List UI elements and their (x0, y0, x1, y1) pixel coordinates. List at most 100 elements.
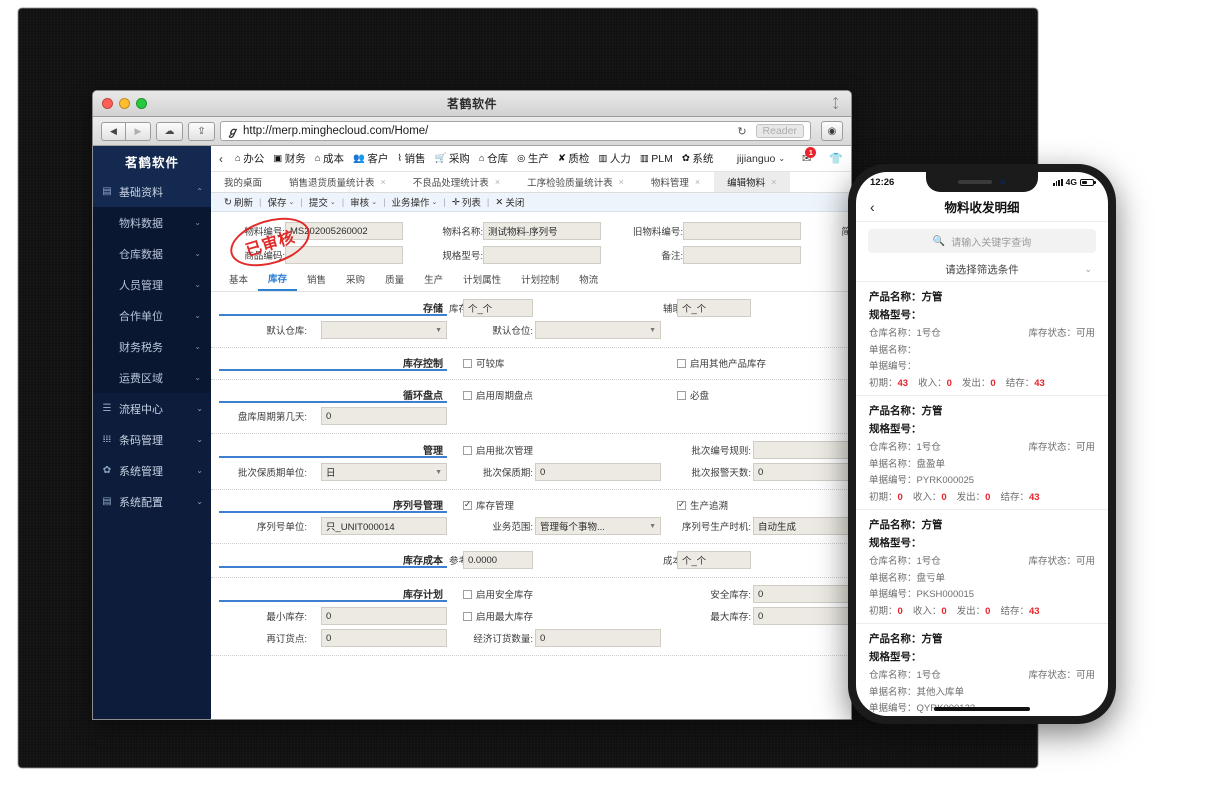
back-icon[interactable]: ‹ (870, 199, 875, 215)
inner-tab-sales[interactable]: 销售 (297, 270, 336, 290)
tab-material-mgmt[interactable]: 物料管理 × (638, 172, 714, 192)
topnav-item-plm[interactable]: ▥ PLM (640, 153, 673, 165)
biz-scope-select[interactable]: 管理每个事物... ▼ (535, 517, 661, 535)
sidebar-item-system-mgmt[interactable]: ✿ 系统管理 ⌄ (93, 455, 211, 486)
product-code-input[interactable] (285, 246, 403, 264)
spec-input[interactable] (483, 246, 601, 264)
search-input[interactable]: 🔍 请输入关键字查询 (868, 229, 1096, 253)
close-icon[interactable]: × (695, 177, 700, 187)
stock-mgmt-checkbox[interactable]: 库存管理 (463, 498, 661, 512)
shelf-unit-select[interactable]: 日 ▼ (321, 463, 447, 481)
min-stock-input[interactable]: 0 (321, 607, 447, 625)
max-stock-input[interactable]: 0 (753, 607, 851, 625)
topnav-item-system[interactable]: ✿ 系统 (682, 151, 713, 166)
sidebar-item-partners[interactable]: 合作单位 ⌄ (93, 300, 211, 331)
topnav-item-office[interactable]: ⌂ 办公 (235, 151, 264, 166)
aux-unit-input[interactable]: 个_个 (677, 299, 751, 317)
filter-select[interactable]: 请选择筛选条件 ⌄ (856, 257, 1108, 282)
warn-days-input[interactable]: 0 (753, 463, 851, 481)
list-item[interactable]: 产品名称：方管 规格型号： 仓库名称：1号仓 库存状态：可用 单据名称：盘盈单 … (856, 396, 1108, 510)
sidebar-item-finance-tax[interactable]: 财务税务 ⌄ (93, 331, 211, 362)
topnav-item-production[interactable]: ◎ 生产 (517, 151, 549, 166)
topnav-item-purchase[interactable]: 🛒 采购 (434, 151, 469, 166)
sidebar-item-basic-data[interactable]: ▤ 基础资料 ⌃ (93, 176, 211, 207)
other-product-stock-checkbox[interactable]: 启用其他产品库存 (677, 356, 851, 370)
refresh-button[interactable]: ↻ 刷新 (219, 195, 258, 210)
must-count-checkbox[interactable]: 必盘 (677, 388, 851, 402)
production-trace-checkbox[interactable]: 生产追溯 (677, 498, 851, 512)
cost-unit-input[interactable]: 个_个 (677, 551, 751, 569)
negative-stock-checkbox[interactable]: 可较库 (463, 356, 661, 370)
sidebar-item-freight-area[interactable]: 运费区域 ⌄ (93, 362, 211, 393)
list-button[interactable]: ✛ 列表 (447, 195, 486, 210)
collapse-nav-icon[interactable]: ‹ (219, 152, 223, 166)
address-bar[interactable]: ℊ http://merp.minghecloud.com/Home/ ↻ Re… (220, 121, 811, 141)
topnav-item-sales[interactable]: ⌇ 销售 (397, 151, 425, 166)
tab-sales-return-quality[interactable]: 销售退货质量统计表 × (276, 172, 400, 192)
reorder-point-input[interactable]: 0 (321, 629, 447, 647)
close-icon[interactable]: × (619, 177, 624, 187)
close-icon[interactable]: × (771, 177, 776, 187)
inner-tab-quality[interactable]: 质量 (375, 270, 414, 290)
list-item[interactable]: 产品名称：方管 规格型号： 仓库名称：1号仓 库存状态：可用 单据名称：盘亏单 … (856, 510, 1108, 624)
topnav-item-customer[interactable]: 👥 客户 (353, 151, 388, 166)
reload-icon[interactable]: ↻ (737, 125, 746, 138)
old-code-input[interactable] (683, 222, 801, 240)
theme-icon[interactable]: 👕 (829, 152, 843, 165)
user-menu[interactable]: jijianguo ⌄ (737, 153, 785, 165)
phone-record-list[interactable]: 产品名称：方管 规格型号： 仓库名称：1号仓 库存状态：可用 单据名称： 单据编… (856, 282, 1108, 716)
safety-stock-input[interactable]: 0 (753, 585, 851, 603)
stock-unit-input[interactable]: 个_个 (463, 299, 533, 317)
sidebar-item-system-config[interactable]: ▤ 系统配置 ⌄ (93, 486, 211, 517)
inner-tab-purchase[interactable]: 采购 (336, 270, 375, 290)
inner-tab-logistics[interactable]: 物流 (569, 270, 608, 290)
default-wh-select[interactable]: ▼ (321, 321, 447, 339)
save-button[interactable]: 保存 ⌄ (262, 195, 299, 209)
batch-rule-select[interactable]: ▼ (753, 441, 851, 459)
tab-defect-handling[interactable]: 不良品处理统计表 × (400, 172, 514, 192)
enable-max-stock-checkbox[interactable]: 启用最大库存 (463, 609, 661, 623)
remark-input[interactable] (683, 246, 801, 264)
submit-button[interactable]: 提交 ⌄ (304, 195, 341, 209)
reader-button[interactable]: Reader (755, 124, 804, 138)
close-icon[interactable]: × (381, 177, 386, 187)
count-day-input[interactable]: 0 (321, 407, 447, 425)
inner-tab-production[interactable]: 生产 (414, 270, 453, 290)
eoq-input[interactable]: 0 (535, 629, 661, 647)
inner-tab-basic[interactable]: 基本 (219, 270, 258, 290)
sidebar-item-personnel[interactable]: 人员管理 ⌄ (93, 269, 211, 300)
tab-my-desktop[interactable]: 我的桌面 (211, 172, 276, 192)
default-loc-select[interactable]: ▼ (535, 321, 661, 339)
topnav-item-hr[interactable]: ▥ 人力 (598, 151, 630, 166)
topnav-item-warehouse[interactable]: ⌂ 仓库 (479, 151, 508, 166)
list-item[interactable]: 产品名称：方管 规格型号： 仓库名称：1号仓 库存状态：可用 单据名称：其他入库… (856, 624, 1108, 716)
topnav-item-quality[interactable]: ✘ 质检 (558, 151, 589, 166)
inner-tab-inventory[interactable]: 库存 (258, 269, 298, 291)
inner-tab-plan-control[interactable]: 计划控制 (511, 270, 569, 290)
inner-tab-plan-attr[interactable]: 计划属性 (453, 270, 511, 290)
tab-process-inspection[interactable]: 工序检验质量统计表 × (514, 172, 638, 192)
enable-safety-stock-checkbox[interactable]: 启用安全库存 (463, 587, 661, 601)
close-icon[interactable]: × (495, 177, 500, 187)
messages-button[interactable]: ✉ 1 (802, 147, 817, 165)
topnav-item-cost[interactable]: ⌂ 成本 (315, 151, 344, 166)
sidebar-item-material-data[interactable]: 物料数据 ⌄ (93, 207, 211, 238)
sn-unit-input[interactable]: 只_UNIT000014 (321, 517, 447, 535)
sidebar-item-barcode[interactable]: 𝍖 条码管理 ⌄ (93, 424, 211, 455)
close-button[interactable]: ✕ 关闭 (490, 195, 529, 210)
tab-edit-material[interactable]: 编辑物料 × (714, 172, 791, 192)
sn-gen-select[interactable]: 自动生成 ▼ (753, 517, 851, 535)
list-item[interactable]: 产品名称：方管 规格型号： 仓库名称：1号仓 库存状态：可用 单据名称： 单据编… (856, 282, 1108, 396)
business-ops-button[interactable]: 业务操作 ⌄ (387, 195, 443, 209)
sidebar-item-process-center[interactable]: ☰ 流程中心 ⌄ (93, 393, 211, 424)
audit-button[interactable]: 审核 ⌄ (345, 195, 382, 209)
rss-icon[interactable]: ◉ (821, 121, 843, 141)
back-button[interactable]: ◀ (101, 121, 126, 141)
forward-button[interactable]: ▶ (126, 121, 151, 141)
ref-cost-input[interactable]: 0.0000 (463, 551, 533, 569)
share-icon[interactable]: ⇪ (188, 121, 215, 141)
shelf-life-input[interactable]: 0 (535, 463, 661, 481)
topnav-item-finance[interactable]: ▣ 财务 (273, 151, 305, 166)
material-name-input[interactable]: 测试物料-序列号 (483, 222, 601, 240)
material-code-input[interactable]: MS202005260002 (285, 222, 403, 240)
